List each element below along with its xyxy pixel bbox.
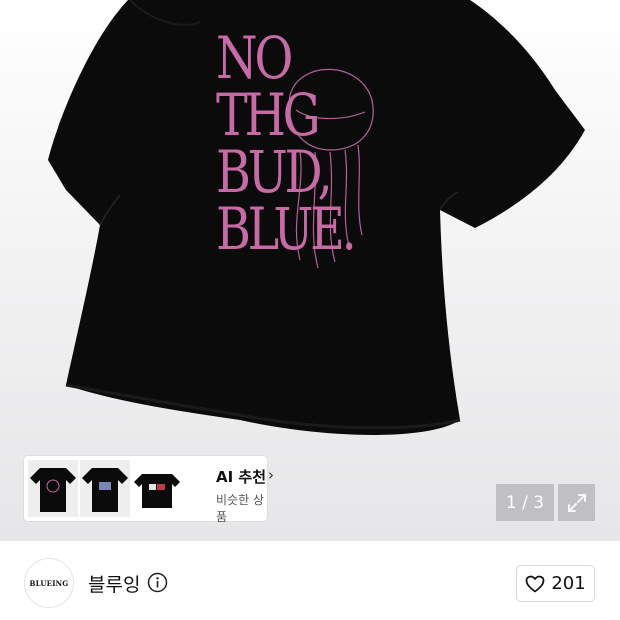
similar-products-label: 비슷한 상품: [216, 493, 264, 524]
similar-product-thumb[interactable]: [80, 460, 130, 517]
image-page-counter: 1 / 3: [496, 484, 554, 521]
similar-product-thumb[interactable]: [28, 460, 78, 517]
tshirt-thumb-image: [30, 468, 76, 512]
info-icon[interactable]: [147, 572, 168, 593]
heart-icon: [525, 575, 545, 592]
store-bar: BLUEING 블루잉 201: [0, 541, 620, 620]
like-count: 201: [551, 573, 586, 594]
ai-recommendation-card[interactable]: AI 추천 › 비슷한 상품: [24, 456, 274, 524]
similar-product-thumb[interactable]: [132, 460, 182, 517]
store-logo[interactable]: BLUEING: [24, 558, 74, 608]
store-name[interactable]: 블루잉: [88, 570, 140, 597]
expand-button[interactable]: [558, 484, 595, 521]
tshirt-thumb-image: [82, 468, 128, 512]
ai-recommendation-title: AI 추천: [216, 468, 267, 486]
chevron-right-icon: ›: [268, 466, 274, 484]
tshirt-thumb-image: [134, 474, 180, 508]
shirt-print-text: NO THG BUD, BLUE.: [216, 24, 357, 263]
product-image-carousel[interactable]: NO THG BUD, BLUE. AI 추천 › 비슷한 상품 1 / 3: [0, 0, 620, 541]
expand-icon: [567, 493, 586, 512]
like-button[interactable]: 201: [516, 565, 595, 602]
